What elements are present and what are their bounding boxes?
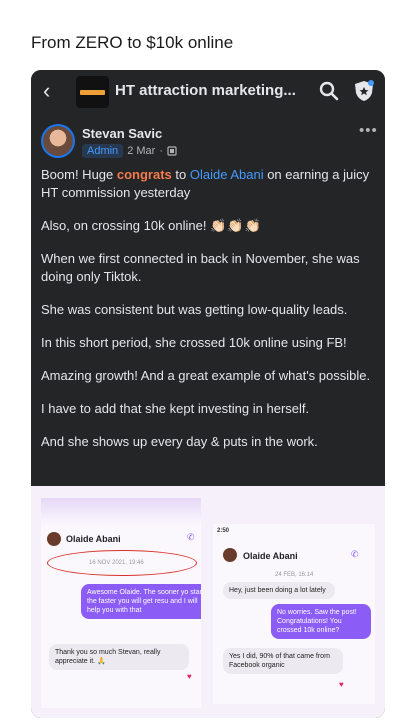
heart-reaction-icon: ♥ — [187, 672, 192, 681]
post-images[interactable]: Olaide Abani ✆ 16 NOV 2021, 19:46 Awesom… — [31, 486, 385, 718]
phone-icon: ✆ — [351, 549, 359, 559]
chat-screenshot-1[interactable]: Olaide Abani ✆ 16 NOV 2021, 19:46 Awesom… — [41, 498, 201, 708]
admin-badge: Admin — [82, 144, 124, 158]
group-header: ‹ HT attraction marketing... — [31, 70, 385, 114]
outgoing-message: Awesome Olaide. The sooner yo start the … — [81, 584, 201, 619]
incoming-message: Hey, just been doing a lot lately — [223, 582, 335, 599]
post-paragraph: And she shows up every day & puts in the… — [41, 434, 318, 449]
dot-separator: · — [159, 145, 163, 157]
back-arrow-icon[interactable]: ‹ — [43, 80, 61, 102]
contact-avatar — [223, 548, 237, 562]
clap-emoji: 👏🏻👏🏻👏🏻 — [210, 218, 262, 233]
group-name[interactable]: HT attraction marketing... — [115, 82, 296, 99]
post-paragraph: I have to add that she kept investing in… — [41, 401, 310, 416]
chat-screenshot-2[interactable]: 2:50 Olaide Abani ✆ 24 FEB, 16:14 Hey, j… — [213, 524, 375, 704]
search-icon[interactable] — [319, 81, 339, 101]
heart-reaction-icon: ♥ — [339, 680, 344, 689]
outgoing-message: No worries. Saw the post! Congratulation… — [271, 604, 371, 639]
author-name[interactable]: Stevan Savic — [82, 126, 162, 141]
post-paragraph: Boom! Huge congrats to Olaide Abani on e… — [41, 167, 370, 200]
incoming-message: Thank you so much Stevan, really appreci… — [49, 644, 189, 670]
mention-link[interactable]: Olaide Abani — [190, 167, 264, 182]
group-audience-icon — [167, 146, 177, 156]
post-paragraph: In this short period, she crossed 10k on… — [41, 335, 347, 350]
post-paragraph: When we first connected in back in Novem… — [41, 251, 360, 284]
post-paragraph: Also, on crossing 10k online! 👏🏻👏🏻👏🏻 — [41, 218, 262, 233]
chat-date: 16 NOV 2021, 19:46 — [89, 560, 144, 566]
highlight-text: congrats — [116, 167, 172, 182]
incoming-message: Yes I did, 90% of that came from Faceboo… — [223, 648, 343, 674]
card-title: From ZERO to $10k online — [31, 33, 234, 52]
post-meta: Admin 2 Mar · — [82, 144, 177, 158]
status-time: 2:50 — [217, 528, 230, 534]
shield-star-icon[interactable] — [353, 79, 375, 103]
phone-icon: ✆ — [187, 532, 195, 542]
contact-avatar — [47, 532, 61, 546]
more-options-icon[interactable]: ••• — [359, 122, 378, 139]
contact-name: Olaide Abani — [243, 551, 298, 561]
post-paragraph: She was consistent but was getting low-q… — [41, 302, 348, 317]
post-paragraph: Amazing growth! And a great example of w… — [41, 368, 371, 383]
facebook-post-screenshot: ‹ HT attraction marketing... Stevan Savi… — [31, 70, 385, 718]
post-body: Boom! Huge congrats to Olaide Abani on e… — [41, 166, 379, 466]
post-card: From ZERO to $10k online ‹ HT attraction… — [0, 0, 418, 725]
post-date: 2 Mar — [127, 145, 156, 157]
contact-name: Olaide Abani — [66, 534, 121, 544]
chat-date: 24 FEB, 16:14 — [275, 572, 314, 578]
group-logo — [76, 76, 109, 108]
author-avatar[interactable] — [41, 124, 75, 158]
